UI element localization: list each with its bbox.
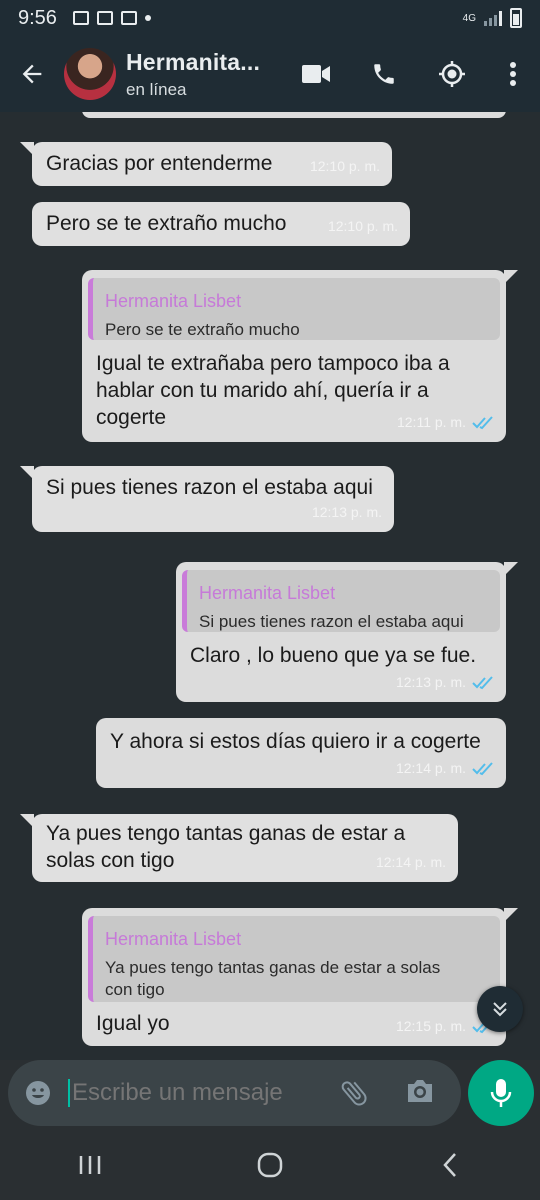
contact-status: en línea	[126, 79, 187, 99]
system-navigation-bar	[0, 1130, 540, 1200]
gallery-notification-icon	[72, 11, 89, 25]
scroll-to-bottom-button[interactable]	[477, 986, 523, 1032]
message-list[interactable]: Gracias por entenderme 12:10 p. m. Pero …	[0, 112, 540, 1060]
chat-header: Hermanita... en línea	[0, 36, 540, 112]
attach-icon[interactable]	[338, 1076, 370, 1115]
quoted-sender: Hermanita Lisbet	[105, 291, 242, 311]
message-time: 12:14 p. m.	[375, 854, 446, 870]
message-bubble-outgoing[interactable]: Hermanita Lisbet Ya pues tengo tantas ga…	[82, 908, 518, 1046]
message-bubble-incoming[interactable]: Gracias por entenderme 12:10 p. m.	[20, 142, 392, 186]
video-call-icon[interactable]	[282, 36, 350, 112]
message-text: Gracias por entenderme	[46, 152, 273, 175]
camera-icon[interactable]	[404, 1076, 436, 1111]
microphone-icon	[490, 1079, 512, 1107]
location-icon[interactable]	[418, 36, 486, 112]
quoted-message[interactable]: Hermanita Lisbet Ya pues tengo tantas ga…	[88, 916, 500, 1002]
back-chevron-icon	[443, 1153, 456, 1177]
message-text: Ya pues tengo tantas ganas de estar a so…	[46, 822, 406, 872]
quoted-text: Ya pues tengo tantas ganas de estar a so…	[105, 958, 441, 999]
home-icon	[257, 1152, 283, 1178]
message-time: 12:11 p. m.	[397, 409, 494, 436]
message-bubble-incoming[interactable]: Ya pues tengo tantas ganas de estar a so…	[20, 814, 458, 882]
quoted-text: Si pues tienes razon el estaba aqui	[199, 612, 464, 631]
voice-record-button[interactable]	[468, 1060, 534, 1126]
app-notification-icon	[120, 11, 137, 25]
message-text: Pero se te extraño mucho	[46, 212, 287, 235]
read-ticks-icon	[472, 761, 493, 775]
message-text: Si pues tienes razon el estaba aqui	[46, 476, 373, 499]
quoted-message[interactable]: Hermanita Lisbet Pero se te extraño much…	[88, 278, 500, 340]
message-bubble-outgoing[interactable]: Y ahora si estos días quiero ir a cogert…	[96, 718, 506, 788]
message-time: 12:14 p. m.	[396, 755, 494, 782]
quoted-sender: Hermanita Lisbet	[105, 929, 242, 949]
message-bubble-outgoing[interactable]: Hermanita Lisbet Si pues tienes razon el…	[176, 562, 518, 702]
battery-icon	[510, 8, 522, 28]
message-time: 12:10 p. m.	[309, 158, 380, 174]
double-chevron-down-icon	[493, 1002, 507, 1017]
message-input-container	[8, 1060, 461, 1126]
more-options-icon[interactable]	[486, 36, 540, 112]
message-input[interactable]	[68, 1079, 338, 1107]
contact-info[interactable]: Hermanita... en línea	[126, 49, 282, 100]
message-time: 12:13 p. m.	[311, 504, 382, 520]
contact-name[interactable]: Hermanita...	[126, 49, 282, 76]
signal-icon	[484, 10, 502, 26]
facebook-notification-icon	[96, 11, 113, 25]
message-text: Y ahora si estos días quiero ir a cogert…	[110, 730, 481, 753]
message-bubble-incoming[interactable]: Pero se te extraño mucho 12:10 p. m.	[32, 202, 410, 246]
recent-apps-button[interactable]	[50, 1135, 130, 1195]
quoted-message[interactable]: Hermanita Lisbet Si pues tienes razon el…	[182, 570, 500, 632]
quoted-text: Pero se te extraño mucho	[105, 320, 300, 339]
message-bubble-partial	[82, 112, 506, 118]
message-time: 12:13 p. m.	[396, 669, 494, 696]
read-ticks-icon	[472, 415, 493, 429]
avatar[interactable]	[64, 48, 116, 100]
message-bubble-incoming[interactable]: Si pues tienes razon el estaba aqui 12:1…	[20, 466, 394, 532]
composer	[0, 1060, 540, 1130]
back-arrow-icon[interactable]	[0, 36, 64, 112]
status-bar: 9:56 4G	[0, 0, 540, 36]
read-ticks-icon	[472, 675, 493, 689]
message-bubble-outgoing[interactable]: Hermanita Lisbet Pero se te extraño much…	[82, 270, 518, 442]
message-text: Claro , lo bueno que ya se fue.	[190, 644, 477, 667]
back-button[interactable]	[410, 1135, 490, 1195]
network-type: 4G	[462, 12, 476, 24]
phone-icon[interactable]	[350, 36, 418, 112]
message-time: 12:10 p. m.	[327, 218, 398, 234]
recent-apps-icon	[79, 1156, 101, 1174]
message-text: Igual yo	[96, 1012, 170, 1035]
status-time: 9:56	[18, 6, 57, 29]
more-notifications-icon	[144, 15, 151, 21]
emoji-icon[interactable]	[8, 1079, 68, 1107]
home-button[interactable]	[230, 1135, 310, 1195]
quoted-sender: Hermanita Lisbet	[199, 583, 336, 603]
